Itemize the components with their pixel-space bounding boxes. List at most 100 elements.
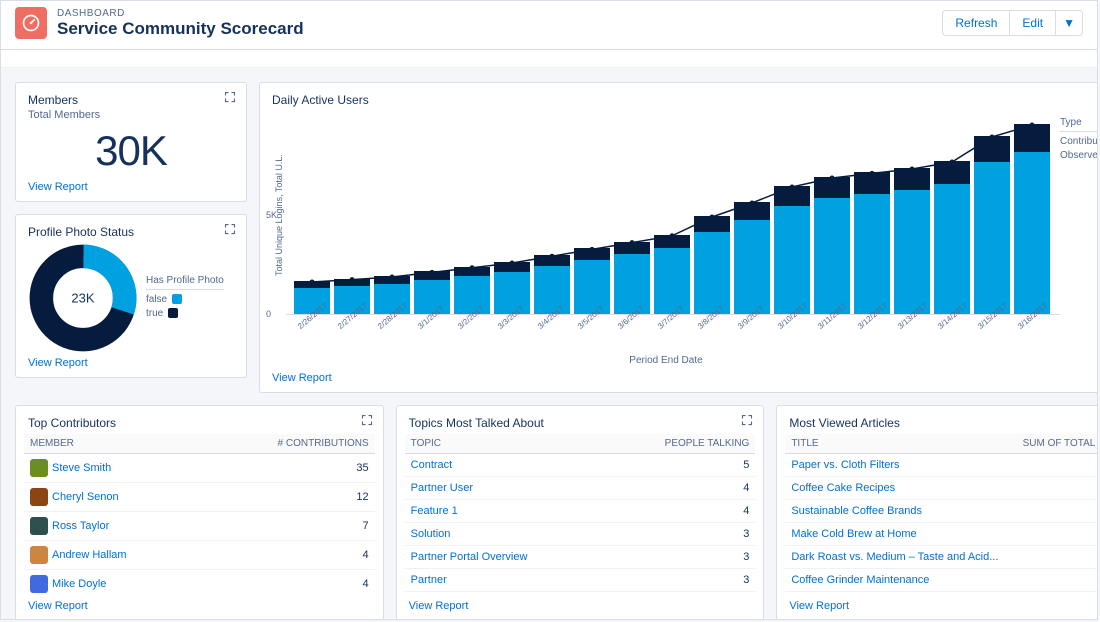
table-row: Partner User 4 [405, 477, 756, 500]
members-title: Members [28, 93, 234, 107]
bar-column [774, 186, 810, 314]
sub-header-strip [1, 50, 1097, 68]
members-subtitle: Total Members [28, 109, 234, 121]
table-row: Make Cold Brew at Home 8 [785, 523, 1098, 546]
profile-photo-card: Profile Photo Status 23K Has Profile Pho… [15, 214, 247, 378]
row-link[interactable]: Sustainable Coffee Brands [791, 505, 922, 517]
x-axis-labels: 2/26/20172/27/20172/28/20173/1/20173/2/2… [272, 315, 1060, 333]
row-link[interactable]: Cheryl Senon [52, 491, 119, 503]
row-value: 3 [605, 523, 755, 546]
table-row: Ross Taylor7 [24, 512, 375, 541]
bar-legend: Type Contributor Observer [1060, 117, 1098, 161]
expand-icon[interactable] [224, 91, 236, 106]
view-report-link[interactable]: View Report [272, 372, 332, 384]
row-link[interactable]: Partner [411, 574, 447, 586]
top-contributors-card: Top Contributors MEMBER # CONTRIBUTIONS … [15, 405, 384, 620]
row-link[interactable]: Dark Roast vs. Medium – Taste and Acid..… [791, 551, 998, 563]
row-value: 4 [605, 477, 755, 500]
row-link[interactable]: Feature 1 [411, 505, 458, 517]
row-link[interactable]: Coffee Cake Recipes [791, 482, 895, 494]
view-report-link[interactable]: View Report [28, 181, 88, 193]
dau-title: Daily Active Users [272, 93, 1098, 107]
row-value: 3 [605, 546, 755, 569]
table-row: Steve Smith 35 [24, 454, 375, 483]
table-row: Matching a Grinder to a Brew System6 [785, 592, 1098, 597]
table-row: Feature 14 [405, 500, 756, 523]
header-label: DASHBOARD [57, 8, 942, 19]
col-views: SUM OF TOTAL VIEWS [1012, 434, 1098, 454]
view-report-link[interactable]: View Report [28, 357, 88, 369]
avatar [30, 546, 48, 564]
topics-title: Topics Most Talked About [409, 416, 752, 430]
row-value: 12 [208, 483, 375, 512]
dashboard-icon [15, 7, 47, 39]
row-value: 6 [1012, 592, 1098, 597]
row-value: 14 [1012, 477, 1098, 500]
photo-title: Profile Photo Status [28, 225, 234, 239]
bar-column [934, 161, 970, 314]
refresh-button[interactable]: Refresh [942, 10, 1010, 36]
row-link[interactable]: Coffee Grinder Maintenance [791, 574, 929, 586]
row-value: 3 [605, 592, 755, 597]
avatar [30, 459, 48, 477]
articles-table: TITLE SUM OF TOTAL VIEWS Paper vs. Cloth… [785, 434, 1098, 596]
row-value: 14 [1012, 454, 1098, 477]
members-card: Members Total Members 30K View Report [15, 82, 247, 202]
donut-legend: Has Profile Photo false true [146, 275, 224, 322]
view-report-link[interactable]: View Report [789, 600, 1098, 612]
table-row: Solution 3 [405, 523, 756, 546]
row-link[interactable]: Steve Smith [52, 462, 111, 474]
table-row: Andrew Hallam 4 [24, 541, 375, 570]
row-value: 3 [605, 569, 755, 592]
row-link[interactable]: Ross Taylor [52, 520, 109, 532]
donut-center-value: 23K [71, 291, 94, 306]
expand-icon[interactable] [741, 414, 753, 429]
bar-chart: 5K 0 [286, 115, 1060, 315]
table-row: Paper vs. Cloth Filters 14 [785, 454, 1098, 477]
row-link[interactable]: Andrew Hallam [52, 549, 127, 561]
table-row: Coffee Cake Recipes 14 [785, 477, 1098, 500]
row-value: 8 [1012, 523, 1098, 546]
legend-title: Type [1060, 117, 1098, 132]
topics-table: TOPIC PEOPLE TALKING Contract5Partner Us… [405, 434, 756, 596]
more-actions-button[interactable]: ▼ [1055, 10, 1083, 36]
col-people: PEOPLE TALKING [605, 434, 755, 454]
row-value: 4 [208, 541, 375, 570]
y-tick-zero: 0 [266, 309, 271, 319]
contributors-table: MEMBER # CONTRIBUTIONS Steve Smith 35 Cher… [24, 434, 375, 596]
bar-column [974, 136, 1010, 314]
row-link[interactable]: Solution [411, 528, 451, 540]
donut-chart: 23K [28, 243, 138, 353]
bar-column [694, 216, 730, 314]
row-value: 8 [1012, 569, 1098, 592]
row-value: 35 [208, 454, 375, 483]
row-link[interactable]: Paper vs. Cloth Filters [791, 459, 899, 471]
row-link[interactable]: Partner User [411, 482, 473, 494]
members-value: 30K [28, 127, 234, 175]
edit-button[interactable]: Edit [1009, 10, 1056, 36]
row-link[interactable]: Contract [411, 459, 453, 471]
y-tick: 5K [266, 210, 277, 220]
view-report-link[interactable]: View Report [28, 600, 371, 612]
row-link[interactable]: Mike Doyle [52, 578, 106, 590]
col-member: MEMBER [24, 434, 208, 454]
avatar [30, 517, 48, 535]
articles-title: Most Viewed Articles [789, 416, 1098, 430]
avatar [30, 575, 48, 593]
x-axis-title: Period End Date [272, 355, 1060, 366]
caret-down-icon: ▼ [1063, 16, 1075, 30]
expand-icon[interactable] [224, 223, 236, 238]
topics-card: Topics Most Talked About TOPIC PEOPLE TA… [396, 405, 765, 620]
view-report-link[interactable]: View Report [409, 600, 752, 612]
page-header: DASHBOARD Service Community Scorecard Re… [1, 1, 1097, 50]
page-title: Service Community Scorecard [57, 19, 942, 39]
avatar [30, 488, 48, 506]
row-link[interactable]: Partner Portal Overview [411, 551, 528, 563]
col-contributions: # CONTRIBUTIONS [208, 434, 375, 454]
expand-icon[interactable] [361, 414, 373, 429]
bar-column [1014, 124, 1050, 314]
bar-column [854, 172, 890, 314]
table-row: Partner 3 [405, 569, 756, 592]
legend-title: Has Profile Photo [146, 275, 224, 290]
row-link[interactable]: Make Cold Brew at Home [791, 528, 916, 540]
